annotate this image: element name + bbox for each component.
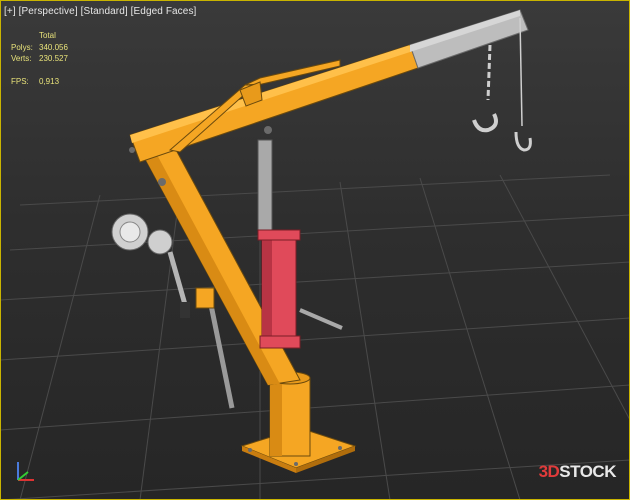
verts-label: Verts: <box>11 54 32 63</box>
viewport-label-menu[interactable]: [+] [Perspective] [Standard] [Edged Face… <box>4 6 196 17</box>
mast-post <box>269 371 311 457</box>
hydraulic-jack <box>257 139 343 349</box>
xyz-axis-icon <box>17 462 34 481</box>
fps-label: FPS: <box>11 76 29 86</box>
fps-value: 0,913 <box>39 76 60 86</box>
watermark-logo: 3DSTOCK <box>538 462 617 482</box>
viewport-menu-edged-faces[interactable]: [Edged Faces] <box>131 6 197 17</box>
viewport-menu-perspective[interactable]: [Perspective] <box>19 6 78 17</box>
statistics-overlay: Total Polys: 340.056 Verts: 230.527 FPS: 0,… <box>11 30 68 87</box>
viewport-perspective[interactable]: [+] [Perspective] [Standard] [Edged Face… <box>0 0 630 500</box>
watermark-suffix: STOCK <box>559 462 616 481</box>
scene-3d[interactable] <box>0 0 630 500</box>
winch <box>111 213 190 318</box>
polys-label: Polys: <box>11 42 33 52</box>
stats-header: Total <box>39 31 56 40</box>
viewport-menu-shading[interactable]: [Standard] <box>81 6 128 17</box>
viewport-menu-plus[interactable]: [+] <box>4 6 16 17</box>
watermark-prefix: 3D <box>538 462 560 481</box>
verts-value: 230.527 <box>39 54 68 63</box>
polys-value: 340.056 <box>39 42 68 52</box>
